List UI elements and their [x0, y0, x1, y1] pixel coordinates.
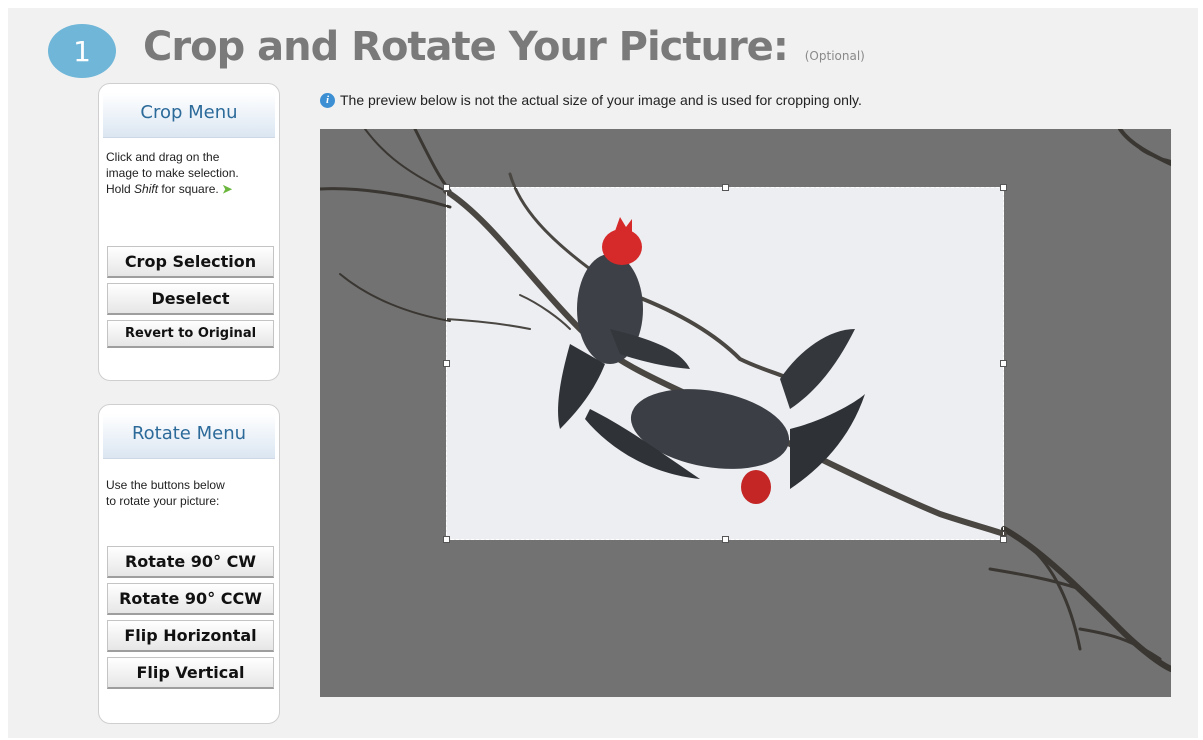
crop-menu-panel: Crop Menu Click and drag on the image to… [98, 83, 280, 381]
preview-notice: i The preview below is not the actual si… [320, 92, 862, 108]
info-icon: i [320, 92, 335, 108]
optional-label: (Optional) [804, 49, 865, 63]
flip-horizontal-button[interactable]: Flip Horizontal [107, 620, 274, 652]
page-title: Crop and Rotate Your Picture: (Optional) [143, 24, 865, 70]
rotate-menu-title: Rotate Menu [103, 414, 275, 459]
crop-handle-top-left[interactable] [443, 184, 450, 191]
rotate-cw-button[interactable]: Rotate 90° CW [107, 546, 274, 578]
rotate-menu-panel: Rotate Menu Use the buttons below to rot… [98, 404, 280, 724]
crop-selection-button[interactable]: Crop Selection [107, 246, 274, 278]
step-number: 1 [73, 34, 91, 68]
crop-instructions-hold: Hold [106, 182, 135, 196]
flip-vertical-button[interactable]: Flip Vertical [107, 657, 274, 689]
preview-notice-text: The preview below is not the actual size… [340, 92, 862, 108]
crop-instructions-square: for square. [158, 182, 219, 196]
rotate-instructions-line2: to rotate your picture: [106, 494, 220, 508]
crop-selection-box[interactable] [443, 184, 1007, 543]
crop-menu-instructions: Click and drag on the image to make sele… [99, 138, 279, 197]
crop-menu-title: Crop Menu [103, 93, 275, 138]
crop-instructions-line2: image to make selection. [106, 166, 239, 180]
revert-to-original-button[interactable]: Revert to Original [107, 320, 274, 348]
crop-handle-left[interactable] [443, 360, 450, 367]
rotate-instructions-line1: Use the buttons below [106, 478, 225, 492]
rotate-ccw-button[interactable]: Rotate 90° CCW [107, 583, 274, 615]
crop-handle-bottom[interactable] [722, 536, 729, 543]
deselect-button[interactable]: Deselect [107, 283, 274, 315]
rotate-menu-instructions: Use the buttons below to rotate your pic… [99, 459, 279, 509]
green-arrow-icon: ➤ [222, 182, 233, 196]
step-number-badge: 1 [48, 24, 116, 78]
page-title-text: Crop and Rotate Your Picture: [143, 24, 789, 70]
crop-instructions-line1: Click and drag on the [106, 150, 220, 164]
crop-handle-top[interactable] [722, 184, 729, 191]
crop-handle-bottom-left[interactable] [443, 536, 450, 543]
crop-instructions-shift: Shift [134, 182, 159, 196]
crop-handle-right[interactable] [1000, 360, 1007, 367]
image-preview-canvas[interactable] [320, 129, 1171, 697]
crop-handle-top-right[interactable] [1000, 184, 1007, 191]
crop-handle-bottom-right[interactable] [1000, 536, 1007, 543]
